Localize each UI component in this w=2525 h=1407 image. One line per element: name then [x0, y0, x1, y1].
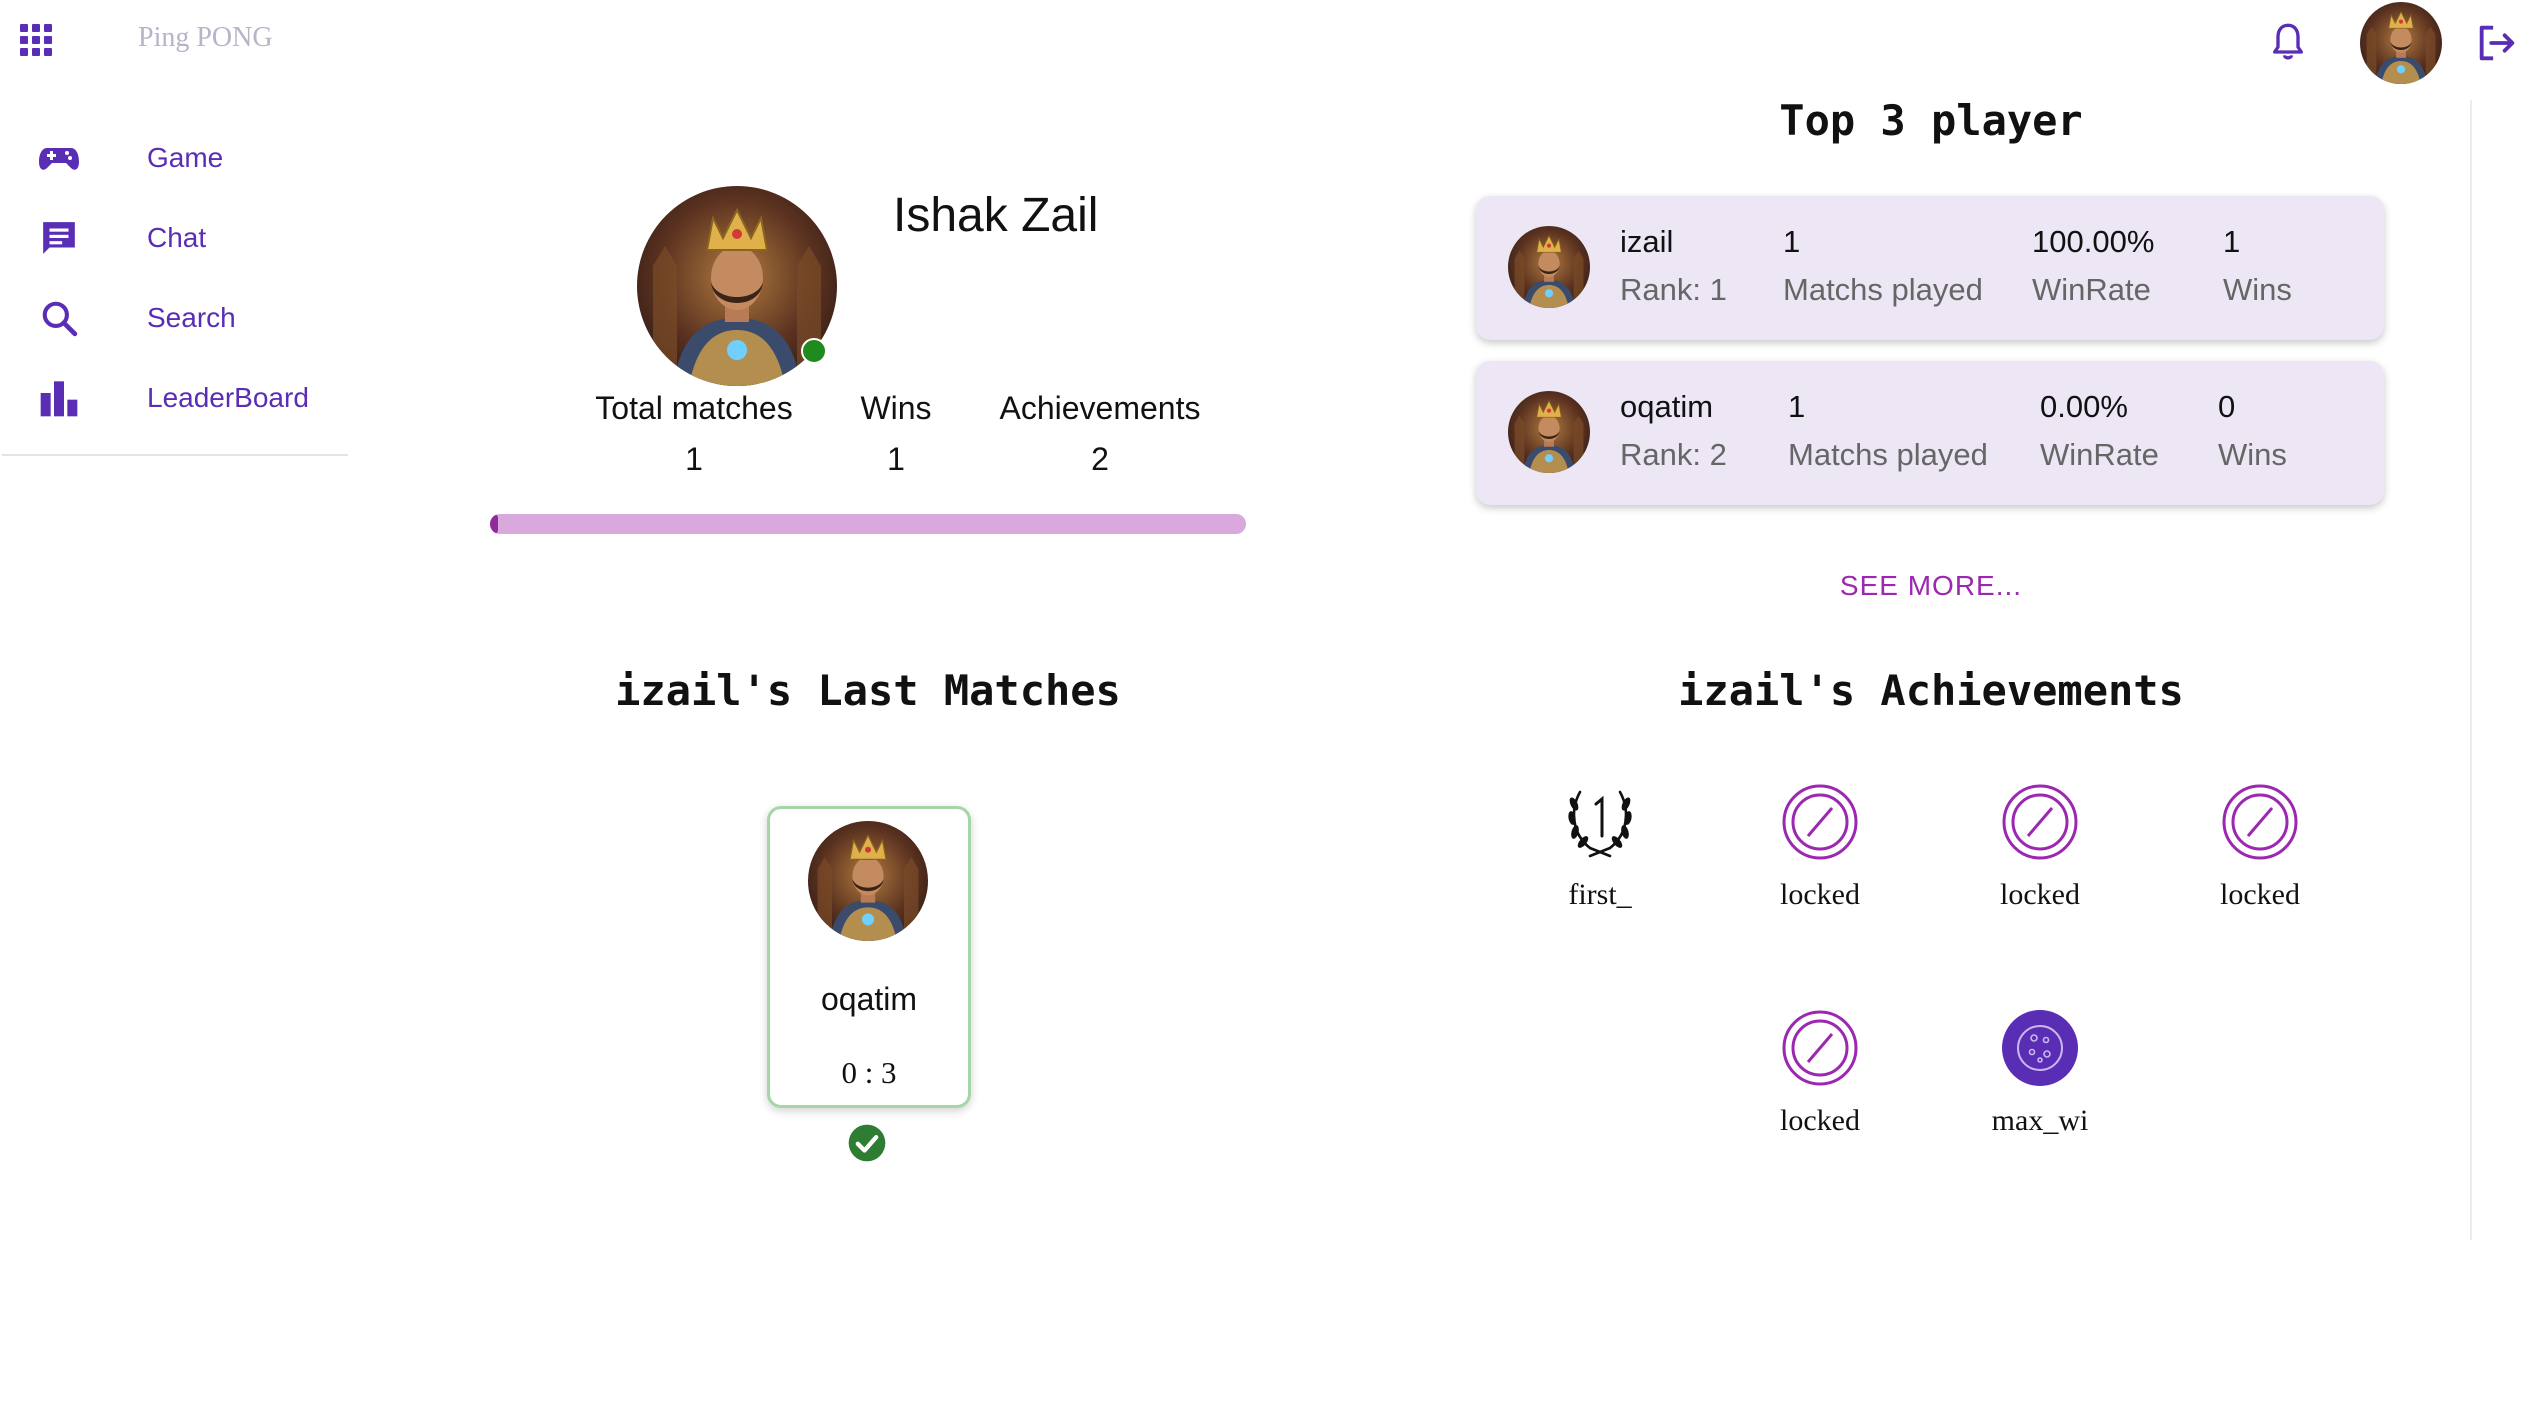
sidebar-item-label: LeaderBoard [147, 382, 309, 413]
stat-label: Wins [860, 390, 932, 426]
player-matches-label: Matchs played [1783, 272, 1983, 307]
player-rank: Rank: 1 [1620, 272, 1727, 307]
opponent-name: oqatim [820, 981, 918, 1017]
apps-icon[interactable] [20, 24, 52, 56]
achievement-label: locked [2000, 878, 2080, 911]
achievement-label: max_wi [1991, 1104, 2089, 1137]
search-icon [38, 297, 80, 339]
player-matches: 1 [1788, 389, 1806, 424]
player-card[interactable]: oqatim Rank: 2 1 Matchs played 0.00% Win… [1476, 361, 2384, 505]
leaderboard-icon [38, 377, 80, 419]
achievement-locked: locked [1720, 1008, 1920, 1138]
stat-value: 1 [685, 441, 703, 477]
achievement-first: first_ [1500, 782, 1700, 912]
gamepad-icon [38, 137, 80, 179]
player-username: izail [1620, 224, 1674, 259]
sidebar-item-search[interactable]: Search [2, 283, 348, 353]
opponent-avatar [808, 821, 928, 941]
sidebar-item-label: Chat [147, 222, 207, 253]
match-score: 0 : 3 [841, 1055, 897, 1090]
laurel-first-icon [1560, 782, 1640, 862]
stat-label: Total matches [595, 390, 793, 426]
achievements-title: izail's Achievements [1678, 666, 2184, 715]
sidebar-item-game[interactable]: Game [2, 123, 348, 193]
player-winrate-label: WinRate [2040, 437, 2159, 472]
player-matches: 1 [1783, 224, 1801, 259]
player-wins: 1 [2223, 224, 2241, 259]
player-winrate: 0.00% [2040, 389, 2128, 424]
achievement-label: locked [1780, 1104, 1860, 1137]
bell-icon[interactable] [2268, 20, 2308, 64]
header-avatar[interactable] [2360, 2, 2442, 84]
last-matches-title: izail's Last Matches [615, 666, 1121, 715]
locked-icon [1780, 782, 1860, 862]
player-avatar [1508, 391, 1590, 473]
stat-value: 1 [887, 441, 905, 477]
level-progress-fill [490, 514, 498, 534]
achievement-label: locked [2220, 878, 2300, 911]
stat-value: 2 [1091, 441, 1109, 477]
online-status-dot [801, 338, 827, 364]
sidebar-item-label: Search [147, 302, 236, 333]
top-players-title: Top 3 player [1779, 96, 2083, 145]
stat-achievements: Achievements 2 [990, 390, 1210, 478]
chat-icon [38, 217, 80, 259]
achievement-label: locked [1780, 878, 1860, 911]
player-username: oqatim [1620, 389, 1714, 424]
achievement-locked: locked [1720, 782, 1920, 912]
achievement-locked: locked [1940, 782, 2140, 912]
player-matches-label: Matchs played [1788, 437, 1988, 472]
sidebar: Game Chat Search LeaderBoard [2, 118, 348, 456]
match-card[interactable]: oqatim 0 : 3 [767, 806, 971, 1108]
player-winrate-label: WinRate [2032, 272, 2151, 307]
player-rank: Rank: 2 [1620, 437, 1727, 472]
player-wins: 0 [2218, 389, 2236, 424]
level-progress-bar [490, 514, 1246, 534]
sidebar-item-leaderboard[interactable]: LeaderBoard [2, 363, 348, 433]
achievement-max-wins: max_wi [1940, 1008, 2140, 1138]
win-check-icon [847, 1123, 887, 1163]
locked-icon [1780, 1008, 1860, 1088]
app-title[interactable]: Ping PONG [138, 22, 273, 54]
ball-icon [2000, 1008, 2080, 1088]
logout-icon[interactable] [2474, 20, 2520, 66]
stat-total-matches: Total matches 1 [594, 390, 794, 478]
achievement-label: first_ [1568, 878, 1632, 911]
profile-name: Ishak Zail [893, 189, 1099, 242]
player-avatar [1508, 226, 1590, 308]
player-winrate: 100.00% [2032, 224, 2155, 259]
see-more-button[interactable]: SEE MORE... [1816, 570, 2046, 602]
sidebar-item-label: Game [147, 142, 224, 173]
sidebar-item-chat[interactable]: Chat [2, 203, 348, 273]
locked-icon [2000, 782, 2080, 862]
player-wins-label: Wins [2218, 437, 2287, 472]
locked-icon [2220, 782, 2300, 862]
player-card[interactable]: izail Rank: 1 1 Matchs played 100.00% Wi… [1476, 196, 2384, 340]
stat-wins: Wins 1 [846, 390, 946, 478]
achievement-locked: locked [2160, 782, 2360, 912]
stat-label: Achievements [999, 390, 1201, 426]
player-wins-label: Wins [2223, 272, 2292, 307]
scrollbar[interactable] [2470, 100, 2472, 1240]
